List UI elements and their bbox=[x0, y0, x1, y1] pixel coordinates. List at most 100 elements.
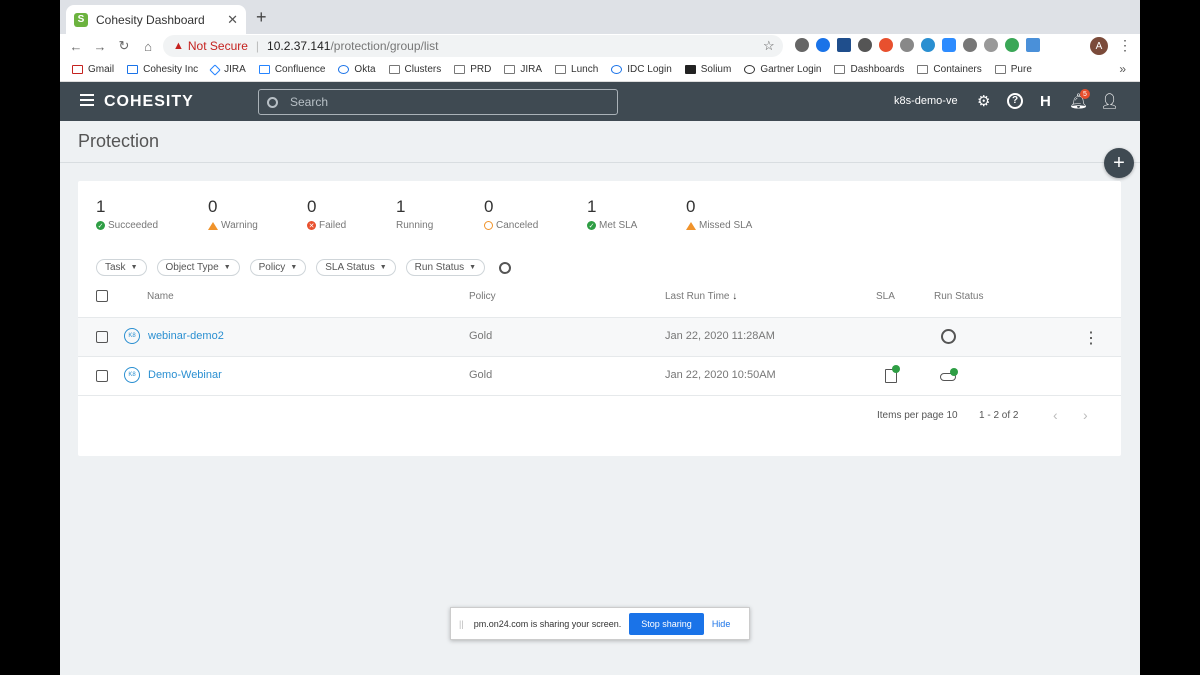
filter-object-type[interactable]: Object Type ▼ bbox=[156, 259, 240, 276]
bookmarks-overflow-icon[interactable]: » bbox=[1119, 62, 1126, 76]
new-tab-button[interactable]: + bbox=[256, 8, 267, 26]
protection-group-name[interactable]: webinar-demo2 bbox=[148, 330, 224, 342]
reload-icon[interactable]: ↻ bbox=[112, 38, 136, 54]
helios-icon[interactable]: H bbox=[1040, 93, 1051, 110]
bookmark-dashboards[interactable]: Dashboards bbox=[834, 64, 904, 75]
jira-icon bbox=[209, 63, 221, 76]
chevron-down-icon: ▼ bbox=[290, 264, 298, 271]
sla-check-badge bbox=[892, 365, 900, 373]
screen-share-message: pm.on24.com is sharing your screen. bbox=[473, 618, 622, 629]
warning-icon: ▲ bbox=[173, 40, 184, 52]
bookmark-jira[interactable]: JIRA bbox=[209, 63, 246, 76]
solium-icon bbox=[684, 65, 696, 74]
stat-value: 1 bbox=[96, 197, 106, 216]
extension-icon[interactable] bbox=[879, 38, 893, 52]
failed-x-icon: ✕ bbox=[307, 221, 316, 230]
forward-icon[interactable]: → bbox=[88, 39, 112, 54]
filter-search-icon[interactable] bbox=[499, 261, 512, 274]
bookmark-solium[interactable]: Solium bbox=[684, 64, 731, 75]
stop-sharing-button[interactable]: Stop sharing bbox=[629, 612, 704, 635]
extension-icon[interactable] bbox=[900, 38, 914, 52]
hamburger-menu-icon[interactable] bbox=[80, 94, 94, 109]
column-header-last-run[interactable]: Last Run Time ↓ bbox=[665, 291, 737, 302]
select-all-checkbox[interactable] bbox=[96, 290, 108, 302]
drag-handle-icon[interactable]: || bbox=[459, 619, 464, 629]
column-header-sla: SLA bbox=[876, 291, 895, 302]
bookmark-okta[interactable]: Okta bbox=[338, 64, 376, 75]
not-secure-label: Not Secure bbox=[187, 39, 248, 53]
browser-tab[interactable]: S Cohesity Dashboard ✕ bbox=[66, 5, 246, 34]
protection-group-name[interactable]: Demo-Webinar bbox=[148, 369, 222, 381]
extension-icon[interactable] bbox=[1026, 38, 1040, 52]
filter-run-status[interactable]: Run Status ▼ bbox=[405, 259, 486, 276]
extension-icon[interactable] bbox=[1005, 38, 1019, 52]
bookmark-gmail[interactable]: Gmail bbox=[72, 64, 114, 75]
bookmark-lunch[interactable]: Lunch bbox=[555, 64, 598, 75]
back-icon[interactable]: ← bbox=[64, 39, 88, 54]
stat-succeeded[interactable]: 1 ✓ Succeeded bbox=[96, 197, 158, 231]
extension-icon[interactable] bbox=[795, 38, 809, 52]
settings-gear-icon[interactable]: ⚙ bbox=[977, 93, 990, 110]
table-row[interactable]: K8 Demo-Webinar Gold Jan 22, 2020 10:50A… bbox=[78, 356, 1121, 395]
zoom-extension-icon[interactable] bbox=[942, 38, 956, 52]
tab-close-icon[interactable]: ✕ bbox=[227, 12, 238, 28]
table-row[interactable]: K8 webinar-demo2 Gold Jan 22, 2020 11:28… bbox=[78, 317, 1121, 356]
bookmark-confluence[interactable]: Confluence bbox=[258, 64, 325, 75]
add-protection-button[interactable]: + bbox=[1104, 148, 1134, 178]
bookmark-clusters[interactable]: Clusters bbox=[388, 64, 441, 75]
stat-canceled[interactable]: 0 Canceled bbox=[484, 197, 538, 231]
stat-value: 1 bbox=[396, 197, 406, 216]
column-header-policy[interactable]: Policy bbox=[469, 291, 496, 302]
bookmark-cohesity[interactable]: Cohesity Inc bbox=[127, 64, 198, 75]
row-actions-kebab-icon[interactable]: ⋮ bbox=[1083, 328, 1099, 348]
stat-failed[interactable]: 0 ✕ Failed bbox=[307, 197, 346, 231]
stat-running[interactable]: 1 Running bbox=[396, 197, 433, 231]
column-header-run-status: Run Status bbox=[934, 291, 984, 302]
extension-icon[interactable] bbox=[921, 38, 935, 52]
extension-icon[interactable] bbox=[858, 38, 872, 52]
filter-task[interactable]: Task ▼ bbox=[96, 259, 147, 276]
bookmark-pure[interactable]: Pure bbox=[994, 64, 1032, 75]
title-divider bbox=[60, 162, 1140, 163]
extension-icon[interactable] bbox=[816, 38, 830, 52]
page-title: Protection bbox=[78, 131, 160, 151]
global-search-input[interactable]: Search bbox=[258, 89, 618, 115]
extension-icon[interactable] bbox=[837, 38, 851, 52]
stat-met-sla[interactable]: 1 ✓ Met SLA bbox=[587, 197, 637, 231]
bookmark-jira-folder[interactable]: JIRA bbox=[504, 64, 542, 75]
previous-page-icon[interactable]: ‹ bbox=[1053, 407, 1058, 423]
extension-icon[interactable] bbox=[984, 38, 998, 52]
bookmark-star-icon[interactable]: ☆ bbox=[763, 38, 775, 54]
chevron-down-icon: ▼ bbox=[469, 264, 477, 271]
filter-policy[interactable]: Policy ▼ bbox=[249, 259, 307, 276]
next-page-icon[interactable]: › bbox=[1083, 407, 1088, 423]
browser-menu-icon[interactable]: ⋮ bbox=[1118, 37, 1132, 54]
stat-warning[interactable]: 0 Warning bbox=[208, 197, 258, 231]
search-icon bbox=[267, 96, 278, 108]
last-run-time: Jan 22, 2020 11:28AM bbox=[665, 330, 775, 342]
profile-avatar[interactable]: A bbox=[1090, 37, 1108, 55]
user-account-icon[interactable]: 👤︎ bbox=[1100, 93, 1119, 110]
row-checkbox[interactable] bbox=[96, 370, 108, 382]
canceled-icon bbox=[484, 221, 493, 230]
address-bar[interactable]: ▲ Not Secure | 10.2.37.141 /protection/g… bbox=[163, 35, 783, 57]
extension-icon[interactable] bbox=[963, 38, 977, 52]
filter-sla-status[interactable]: SLA Status ▼ bbox=[316, 259, 396, 276]
bookmark-containers[interactable]: Containers bbox=[917, 64, 982, 75]
running-spinner-icon[interactable] bbox=[941, 329, 956, 344]
cluster-selector[interactable]: k8s-demo-ve bbox=[894, 95, 958, 107]
row-checkbox[interactable] bbox=[96, 331, 108, 343]
column-header-name[interactable]: Name bbox=[147, 291, 174, 302]
folder-icon bbox=[834, 65, 846, 74]
table-bottom-divider bbox=[78, 395, 1121, 396]
help-icon[interactable]: ? bbox=[1007, 93, 1023, 109]
home-icon[interactable]: ⌂ bbox=[136, 39, 160, 54]
chevron-down-icon: ▼ bbox=[130, 264, 138, 271]
hide-button[interactable]: Hide bbox=[712, 619, 731, 629]
bookmark-prd[interactable]: PRD bbox=[454, 64, 491, 75]
bookmark-idc-login[interactable]: IDC Login bbox=[611, 64, 672, 75]
items-per-page-selector[interactable]: Items per page 10 bbox=[877, 410, 958, 421]
bookmark-gartner[interactable]: Gartner Login bbox=[744, 64, 821, 75]
stat-missed-sla[interactable]: 0 Missed SLA bbox=[686, 197, 752, 231]
stat-label: Met SLA bbox=[599, 220, 638, 231]
